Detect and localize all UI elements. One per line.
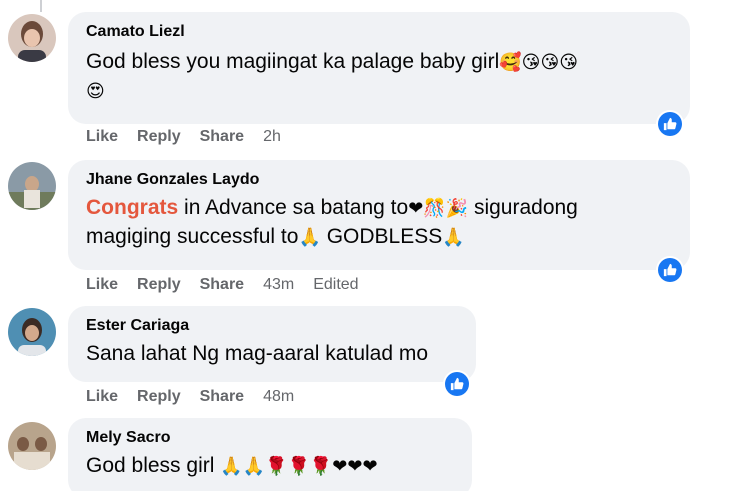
comment-text: God bless you magiingat ka palage baby g… xyxy=(86,48,672,77)
like-reaction-badge[interactable] xyxy=(443,370,471,398)
comment-text-body-line2b: GODBLESS xyxy=(320,225,443,248)
like-button[interactable]: Like xyxy=(86,388,118,406)
avatar[interactable] xyxy=(8,422,56,470)
comment-text-body-cont: siguradong xyxy=(468,196,578,219)
emoji-row: 🥰😘😘😘 xyxy=(499,52,578,73)
comment-timestamp[interactable]: 43m xyxy=(263,276,294,294)
edited-label: Edited xyxy=(313,276,359,293)
comment-text-body: in Advance sa batang to xyxy=(178,196,409,219)
share-button[interactable]: Share xyxy=(200,388,244,406)
emoji-row: ❤🎊🎉 xyxy=(408,198,469,219)
comment-text-body: God bless you magiingat ka palage baby g… xyxy=(86,50,500,73)
comment-actions: Like Reply Share 48m xyxy=(86,388,313,406)
comment-bubble: Jhane Gonzales Laydo Congrats in Advance… xyxy=(68,160,690,270)
thumbs-up-icon xyxy=(663,117,677,131)
avatar[interactable] xyxy=(8,162,56,210)
reply-button[interactable]: Reply xyxy=(137,388,181,406)
comment-bubble: Mely Sacro God bless girl 🙏🙏🌹🌹🌹❤❤❤ xyxy=(68,418,472,491)
comment-author[interactable]: Ester Cariaga xyxy=(86,316,458,336)
share-button[interactable]: Share xyxy=(200,128,244,146)
comment-text-body-line2: magiging successful to xyxy=(86,225,299,248)
heart-eyes-emoji: 😍 xyxy=(86,81,105,102)
comment-author[interactable]: Camato Liezl xyxy=(86,22,672,42)
like-button[interactable]: Like xyxy=(86,128,118,146)
comment-author[interactable]: Jhane Gonzales Laydo xyxy=(86,170,672,190)
like-reaction-badge[interactable] xyxy=(656,256,684,284)
like-reaction-badge[interactable] xyxy=(656,110,684,138)
reply-button[interactable]: Reply xyxy=(137,128,181,146)
comment-text: Sana lahat Ng mag-aaral katulad mo xyxy=(86,342,429,365)
highlighted-word: Congrats xyxy=(86,196,179,219)
comment-timestamp[interactable]: 2h xyxy=(263,128,281,146)
comment-actions: Like Reply Share 43m Edited xyxy=(86,276,378,294)
comment-text-line2: 😍 xyxy=(86,77,672,106)
like-button[interactable]: Like xyxy=(86,276,118,294)
comment-text-body: God bless girl xyxy=(86,454,221,477)
comment-text: Congrats in Advance sa batang to❤🎊🎉 sigu… xyxy=(86,194,672,223)
avatar[interactable] xyxy=(8,308,56,356)
praying-hands-emoji: 🙏 xyxy=(298,227,321,248)
thumbs-up-icon xyxy=(450,377,464,391)
comment-bubble: Ester Cariaga Sana lahat Ng mag-aaral ka… xyxy=(68,306,476,382)
comment-text: God bless girl 🙏🙏🌹🌹🌹❤❤❤ xyxy=(86,452,454,481)
praying-hands-emoji: 🙏 xyxy=(442,227,465,248)
comment-text-line2: magiging successful to🙏 GODBLESS🙏 xyxy=(86,223,672,252)
thread-line xyxy=(40,0,42,12)
emoji-row: 🙏🙏🌹🌹🌹❤❤❤ xyxy=(220,456,378,477)
share-button[interactable]: Share xyxy=(200,276,244,294)
comment-author[interactable]: Mely Sacro xyxy=(86,428,454,448)
avatar[interactable] xyxy=(8,14,56,62)
reply-button[interactable]: Reply xyxy=(137,276,181,294)
thumbs-up-icon xyxy=(663,263,677,277)
comment-bubble: Camato Liezl God bless you magiingat ka … xyxy=(68,12,690,124)
comment-timestamp[interactable]: 48m xyxy=(263,388,294,406)
comment-actions: Like Reply Share 2h xyxy=(86,128,300,146)
